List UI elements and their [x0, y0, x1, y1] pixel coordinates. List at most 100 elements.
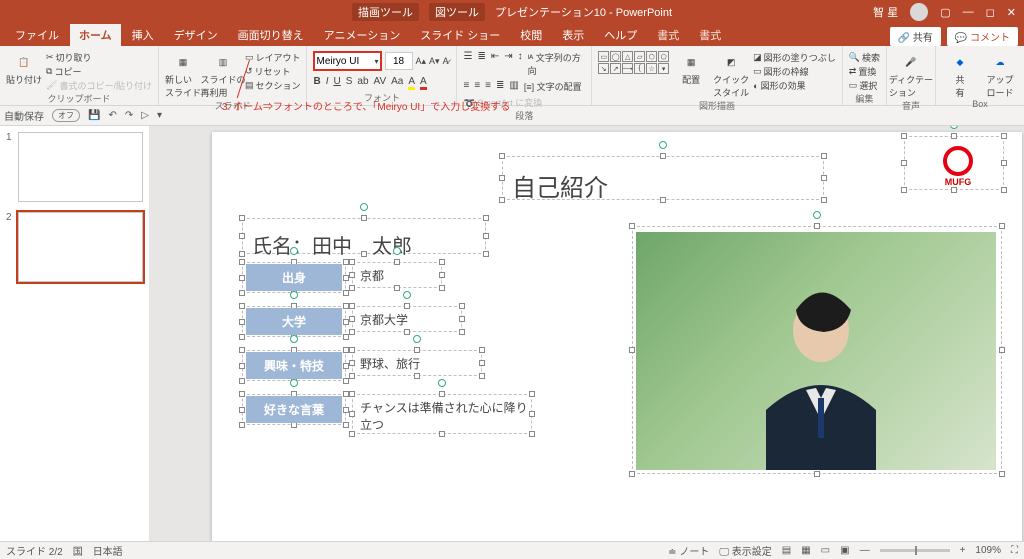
justify-button[interactable]: ≣	[496, 80, 504, 93]
tab-format-picture[interactable]: 書式	[690, 23, 730, 46]
dictate-button[interactable]: 🎤 ディクテー ション	[893, 51, 929, 99]
row-label-3[interactable]: 好きな言葉	[246, 396, 342, 423]
redo-icon[interactable]: ↷	[125, 110, 133, 121]
columns-button[interactable]: ▥	[509, 80, 518, 93]
shadow-button[interactable]: ab	[357, 76, 368, 90]
slide-canvas[interactable]: MUFG 自己紹介 氏名：田中 太郎 出身	[212, 132, 1022, 541]
tab-transitions[interactable]: 画面切り替え	[229, 23, 313, 46]
view-normal-icon[interactable]: ▤	[782, 545, 791, 556]
undo-icon[interactable]: ↶	[108, 110, 116, 121]
reuse-slide-button[interactable]: ▥ スライドの 再利用	[205, 51, 241, 99]
increase-font-icon[interactable]: A▴	[416, 56, 427, 67]
tab-design[interactable]: デザイン	[165, 23, 227, 46]
font-size-combo[interactable]	[385, 52, 413, 70]
align-center-button[interactable]: ≡	[474, 80, 480, 93]
italic-button[interactable]: I	[326, 76, 329, 90]
align-left-button[interactable]: ≡	[463, 80, 469, 93]
slide-title[interactable]: 自己紹介	[512, 168, 812, 203]
shape-outline-button[interactable]: ▭ 図形の枠線	[753, 65, 836, 78]
thumbnail-2[interactable]	[18, 212, 143, 282]
maximize-icon[interactable]: ◻	[986, 6, 995, 19]
row-val-2[interactable]: 野球、旅行	[360, 355, 420, 372]
tab-slideshow[interactable]: スライド ショー	[411, 23, 509, 46]
indent-dec-button[interactable]: ⇤	[491, 51, 499, 77]
shapes-gallery[interactable]: ▭◯△▱⬡⬠ ↘↗⟶{☆▾	[598, 51, 669, 74]
qat-more-icon[interactable]: ▾	[157, 110, 162, 121]
comment-button[interactable]: 💬 コメント	[947, 27, 1018, 46]
highlight-button[interactable]: A	[408, 76, 415, 90]
chevron-down-icon[interactable]: ▾	[374, 57, 378, 66]
box-upload-button[interactable]: ☁ アップ ロード	[982, 51, 1018, 99]
spacing-button[interactable]: AV	[374, 76, 387, 90]
row-label-2[interactable]: 興味・特技	[246, 352, 342, 379]
tab-file[interactable]: ファイル	[6, 23, 68, 46]
section-button[interactable]: ▤ セクション	[245, 79, 301, 92]
format-painter-button[interactable]: 🖌 書式のコピー/貼り付け	[46, 79, 152, 92]
fit-window-icon[interactable]: ⛶	[1011, 545, 1018, 556]
zoom-out-icon[interactable]: —	[860, 545, 870, 556]
row-label-0[interactable]: 出身	[246, 264, 342, 291]
view-sorter-icon[interactable]: ▦	[801, 545, 810, 556]
text-align-button[interactable]: [≡] 文字の配置	[524, 80, 582, 93]
zoom-percent[interactable]: 109%	[975, 545, 1001, 556]
layout-button[interactable]: ▭ レイアウト	[245, 51, 301, 64]
find-button[interactable]: 🔍 検索	[849, 51, 880, 64]
row-val-1[interactable]: 京都大学	[360, 311, 408, 328]
shape-effect-button[interactable]: ◐ 図形の効果	[753, 79, 836, 92]
view-slideshow-icon[interactable]: ▣	[840, 545, 849, 556]
close-icon[interactable]: ✕	[1007, 6, 1016, 19]
minimize-icon[interactable]: —	[963, 6, 974, 18]
underline-button[interactable]: U	[334, 76, 341, 90]
ribbon-options-icon[interactable]: ▢	[940, 6, 950, 19]
font-color-button[interactable]: A	[420, 76, 427, 90]
strike-button[interactable]: S	[346, 76, 353, 90]
reset-button[interactable]: ↺ リセット	[245, 65, 301, 78]
font-name-combo[interactable]: ▾	[313, 51, 381, 71]
box-share-button[interactable]: ◆ 共 有	[942, 51, 978, 99]
copy-button[interactable]: ⧉ コピー	[46, 65, 152, 78]
avatar[interactable]	[910, 3, 928, 21]
text-direction-button[interactable]: ᴵᴬ 文字列の方向	[528, 51, 586, 77]
share-button[interactable]: 🔗 共有	[890, 27, 941, 46]
tab-review[interactable]: 校閲	[511, 23, 551, 46]
display-settings-button[interactable]: 🖵 表示設定	[719, 543, 771, 558]
select-button[interactable]: ▭ 選択	[849, 79, 880, 92]
clear-format-icon[interactable]: A̷	[443, 56, 449, 66]
language[interactable]: 日本語	[93, 543, 123, 558]
tab-help[interactable]: ヘルプ	[595, 23, 646, 46]
zoom-slider[interactable]	[880, 549, 950, 552]
view-reading-icon[interactable]: ▭	[821, 545, 830, 556]
new-slide-button[interactable]: ▦ 新しい スライド	[165, 51, 201, 99]
slideshow-icon[interactable]: ▷	[141, 110, 149, 121]
lang-code[interactable]: 国	[73, 543, 83, 558]
tab-insert[interactable]: 挿入	[123, 23, 163, 46]
tab-format-drawing[interactable]: 書式	[648, 23, 688, 46]
quick-style-button[interactable]: ◩ クイック スタイル	[713, 51, 749, 99]
bullets-button[interactable]: ☰	[463, 51, 472, 77]
decrease-font-icon[interactable]: A▾	[429, 56, 440, 67]
slide-editor[interactable]: MUFG 自己紹介 氏名：田中 太郎 出身	[150, 126, 1024, 541]
photo[interactable]	[636, 232, 996, 470]
bold-button[interactable]: B	[313, 76, 320, 90]
replace-button[interactable]: ⇄ 置換	[849, 65, 880, 78]
thumbnail-1[interactable]	[18, 132, 143, 202]
cut-button[interactable]: ✂ 切り取り	[46, 51, 152, 64]
notes-button[interactable]: ≐ ノート	[668, 543, 709, 558]
tab-view[interactable]: 表示	[553, 23, 593, 46]
name-text[interactable]: 氏名：田中 太郎	[252, 230, 412, 259]
logo[interactable]: MUFG	[930, 146, 986, 187]
shape-fill-button[interactable]: ◪ 図形の塗りつぶし	[753, 51, 836, 64]
align-right-button[interactable]: ≡	[485, 80, 491, 93]
tab-home[interactable]: ホーム	[70, 23, 121, 46]
row-val-0[interactable]: 京都	[360, 267, 384, 284]
case-button[interactable]: Aa	[391, 76, 403, 90]
row-val-3[interactable]: チャンスは準備された心に降り立つ	[360, 399, 530, 433]
tab-animations[interactable]: アニメーション	[315, 23, 410, 46]
save-icon[interactable]: 💾	[88, 110, 100, 121]
row-label-1[interactable]: 大学	[246, 308, 342, 335]
indent-inc-button[interactable]: ⇥	[504, 51, 512, 77]
arrange-button[interactable]: ▦ 配置	[673, 51, 709, 86]
font-name-input[interactable]	[316, 56, 372, 67]
numbering-button[interactable]: ≣	[477, 51, 485, 77]
autosave-toggle[interactable]: オフ	[52, 109, 80, 122]
